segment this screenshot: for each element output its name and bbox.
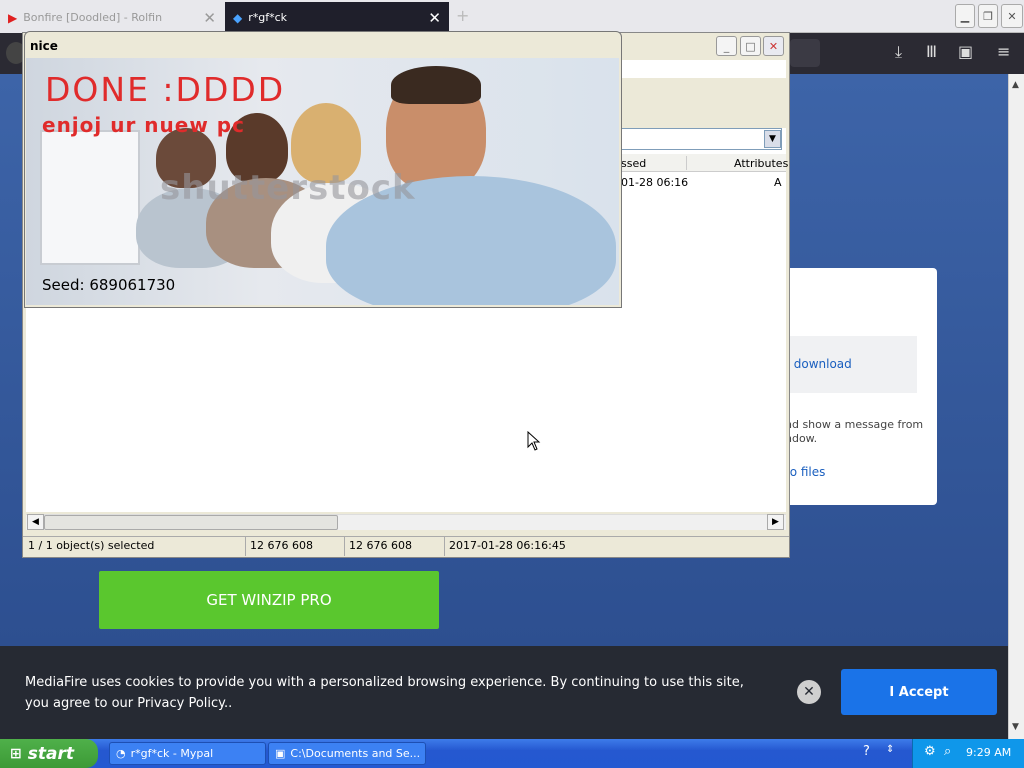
image-caption-title: DONE :DDDD — [45, 70, 286, 109]
taskbar-item-explorer[interactable]: ▣ C:\Documents and Se... — [268, 742, 426, 765]
chevron-down-icon[interactable]: ▼ — [764, 130, 781, 148]
status-divider — [245, 536, 246, 556]
start-button[interactable]: ⊞ start — [0, 739, 98, 768]
mouse-cursor-icon — [527, 431, 541, 451]
get-winzip-button[interactable]: GET WINZIP PRO — [99, 571, 439, 629]
sidebar-icon[interactable]: ▣ — [958, 42, 973, 61]
mediafire-icon: ◆ — [233, 10, 243, 25]
page-scrollbar[interactable]: ▲ ▼ — [1008, 74, 1024, 739]
status-packed: 12 676 608 — [349, 539, 412, 552]
window-title: nice — [30, 39, 58, 53]
archive-toolbar — [620, 78, 786, 128]
scroll-thumb[interactable] — [44, 515, 338, 530]
scroll-right-icon[interactable]: ▶ — [767, 514, 784, 530]
browser-icon: ◔ — [116, 747, 126, 760]
restore-icon[interactable]: ❐ — [978, 4, 998, 28]
status-selection: 1 / 1 object(s) selected — [28, 539, 155, 552]
minimize-icon[interactable]: _ — [716, 36, 737, 56]
close-window-icon[interactable]: ✕ — [1001, 4, 1023, 28]
close-icon[interactable]: ✕ — [797, 680, 821, 704]
watermark-text: shutterstock — [160, 168, 416, 208]
tray-arrows-icon[interactable]: ⇕ — [886, 744, 894, 755]
header-divider — [686, 156, 687, 170]
tab-label: r*gf*ck — [248, 11, 288, 24]
status-divider — [344, 536, 345, 556]
youtube-icon: ▶ — [8, 10, 18, 25]
file-row-date[interactable]: 01-28 06:16 — [621, 176, 688, 189]
download-icon[interactable]: ⤓ — [895, 42, 902, 62]
card-message: nd show a message from ndow. — [785, 418, 924, 445]
search-icon[interactable]: ⌕ — [944, 744, 951, 759]
start-label: start — [27, 743, 74, 764]
path-combo[interactable] — [620, 128, 782, 150]
cookie-text: MediaFire uses cookies to provide you wi… — [25, 675, 744, 711]
network-icon[interactable]: ⚙ — [924, 744, 936, 759]
close-icon[interactable]: ✕ — [763, 36, 784, 56]
column-header-attributes[interactable]: Attributes — [734, 157, 788, 170]
address-bar[interactable] — [790, 39, 820, 67]
7zip-icon: ▣ — [275, 747, 286, 760]
clock: 9:29 AM — [966, 746, 1012, 759]
tab-label: Bonfire [Doodled] - Rolfin — [23, 11, 163, 24]
maximize-icon[interactable]: □ — [740, 36, 761, 56]
scroll-down-icon[interactable]: ▼ — [1012, 722, 1019, 732]
status-modified: 2017-01-28 06:16:45 — [449, 539, 566, 552]
image-caption-subtitle: enjoj ur nuew pc — [42, 113, 245, 137]
column-header-date[interactable]: ssed — [621, 157, 646, 170]
files-link[interactable]: to files — [785, 465, 825, 479]
status-size: 12 676 608 — [250, 539, 313, 552]
help-icon[interactable]: ? — [863, 744, 870, 759]
library-icon[interactable]: Ⅲ — [926, 42, 937, 61]
close-icon[interactable]: ✕ — [203, 9, 216, 27]
download-link[interactable]: r download — [785, 357, 852, 371]
new-tab-icon[interactable]: + — [456, 6, 469, 25]
tab-youtube[interactable]: ▶ Bonfire [Doodled] - Rolfin ✕ — [0, 2, 224, 33]
seed-text: Seed: 689061730 — [42, 276, 176, 294]
tab-active[interactable]: ◆ r*gf*ck ✕ — [225, 2, 449, 33]
scroll-left-icon[interactable]: ◀ — [27, 514, 44, 530]
monitor-shape — [40, 130, 140, 265]
status-divider — [444, 536, 445, 556]
windows-logo-icon: ⊞ — [10, 745, 22, 762]
minimize-icon[interactable]: ▁ — [955, 4, 975, 28]
accept-button[interactable]: I Accept — [841, 669, 997, 715]
close-icon[interactable]: ✕ — [428, 9, 441, 27]
taskbar-item-label: C:\Documents and Se... — [290, 747, 421, 760]
scroll-up-icon[interactable]: ▲ — [1012, 80, 1019, 90]
menu-icon[interactable]: ≡ — [997, 42, 1010, 61]
person-hair — [391, 66, 481, 104]
file-row-attributes[interactable]: A — [774, 176, 782, 189]
taskbar-item-browser[interactable]: ◔ r*gf*ck - Mypal — [109, 742, 266, 765]
taskbar-item-label: r*gf*ck - Mypal — [130, 747, 214, 760]
